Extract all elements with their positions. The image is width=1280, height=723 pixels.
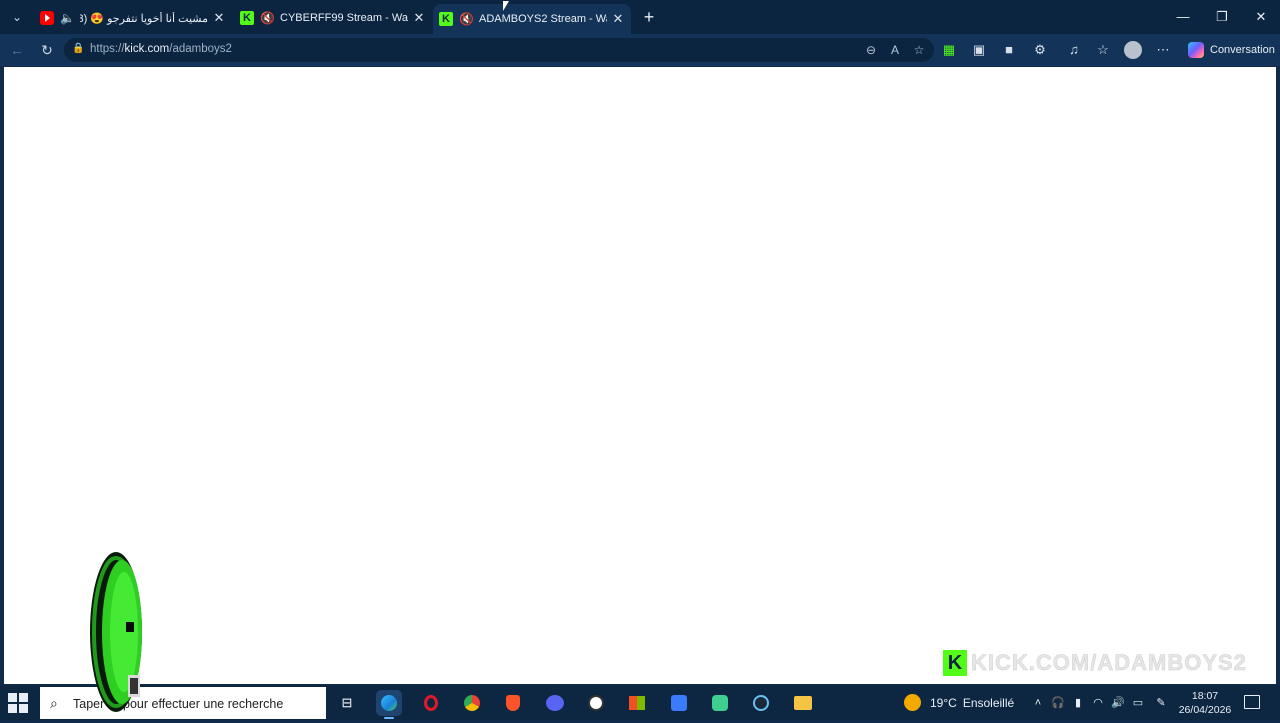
conversation-label: Conversation (1210, 44, 1275, 56)
windows-start-icon[interactable] (8, 693, 28, 713)
kick-logo: K (943, 650, 967, 676)
headset-icon[interactable]: 🎧 (1050, 695, 1066, 711)
url-text[interactable]: https://kick.com/adamboys2 (90, 43, 232, 55)
close-tab-icon[interactable]: ✕ (611, 11, 625, 27)
new-tab-button[interactable]: + (638, 6, 660, 28)
obs-icon[interactable] (583, 690, 609, 716)
steam-icon[interactable] (748, 690, 774, 716)
zoom-icon[interactable]: ⊖ (862, 41, 880, 59)
speaker-icon[interactable]: 🔈 (60, 11, 75, 25)
chevron-up-icon[interactable]: ˄ (1030, 695, 1046, 711)
weather-temperature: 19°C (930, 695, 957, 710)
discord-icon[interactable] (542, 690, 568, 716)
page-content: K KICK.COM/ADAMBOYS2 (4, 67, 1276, 684)
refresh-icon[interactable]: ↻ (36, 39, 58, 61)
volume-icon[interactable]: 🔊 (1110, 695, 1126, 711)
favorites-icon[interactable]: ☆ (1093, 40, 1113, 60)
task-view-icon[interactable]: ⊟ (334, 690, 360, 716)
windows-taskbar: ⌕ Taper ici pour effectuer une recherche… (0, 685, 1280, 720)
close-window-button[interactable]: ✕ (1246, 6, 1276, 28)
taskbar-search-input[interactable]: ⌕ Taper ici pour effectuer une recherche (40, 687, 326, 719)
conversation-button[interactable]: Conversation (1182, 39, 1280, 61)
media-control-icon[interactable]: ♫ (1064, 40, 1084, 60)
tab-strip: ⌄ 🔈 مشيت أنا أخويا نتفرجو 😍 (43) ✕ K 🔇 C… (0, 0, 1280, 34)
tab-title: ADAMBOYS2 Stream - Watch (479, 13, 607, 25)
opera-icon[interactable] (418, 690, 444, 716)
read-aloud-icon[interactable]: A (886, 41, 904, 59)
weather-widget[interactable]: 19°C Ensoleillé (904, 694, 1014, 711)
edge-browser-icon[interactable] (376, 690, 402, 719)
tab-youtube[interactable]: 🔈 مشيت أنا أخويا نتفرجو 😍 (43) ✕ (34, 4, 232, 32)
address-bar[interactable]: 🔒 https://kick.com/adamboys2 ⊖ A ☆ (64, 38, 934, 62)
battery-icon[interactable]: ▭ (1130, 695, 1146, 711)
watermark-text: KICK.COM/ADAMBOYS2 (971, 650, 1247, 676)
image-extension-icon[interactable]: ▣ (969, 40, 989, 60)
weather-description: Ensoleillé (962, 695, 1015, 710)
brave-icon[interactable] (500, 690, 526, 716)
browser-toolbar: ← ↻ 🔒 https://kick.com/adamboys2 ⊖ A ☆ ▦… (0, 34, 1280, 66)
system-clock[interactable]: 18:07 26/04/2026 (1176, 689, 1234, 717)
close-tab-icon[interactable]: ✕ (412, 10, 426, 26)
clock-time: 18:07 (1191, 690, 1219, 702)
microphone-icon[interactable]: ▮ (1070, 695, 1086, 711)
youtube-icon (40, 11, 54, 25)
microsoft-store-icon[interactable] (624, 690, 650, 716)
sun-icon (904, 694, 921, 711)
kick-icon: K (240, 11, 254, 25)
lock-icon: 🔒 (72, 43, 85, 54)
favorite-star-icon[interactable]: ☆ (910, 41, 928, 59)
search-icon: ⌕ (50, 695, 58, 711)
minimize-button[interactable]: — (1168, 6, 1198, 28)
copilot-icon (1188, 42, 1204, 58)
back-arrow-icon[interactable]: ← (6, 39, 28, 61)
file-explorer-icon[interactable] (790, 690, 816, 716)
kick-icon: K (439, 12, 453, 26)
profile-avatar[interactable] (1124, 41, 1142, 59)
clock-date: 26/04/2026 (1178, 704, 1232, 716)
mouse-cursor-icon (503, 1, 509, 11)
tab-adamboys2[interactable]: K 🔇 ADAMBOYS2 Stream - Watch ✕ (433, 4, 631, 34)
more-menu-icon[interactable]: ⋯ (1153, 40, 1173, 60)
tab-title: مشيت أنا أخويا نتفرجو 😍 (43) (80, 12, 208, 25)
tab-actions-menu-icon[interactable]: ⌄ (6, 6, 28, 28)
pen-icon[interactable]: ✎ (1153, 695, 1169, 711)
extensions-puzzle-icon[interactable]: ⚙ (1030, 40, 1050, 60)
roblox-icon[interactable] (666, 690, 692, 716)
game-launcher-icon[interactable] (707, 690, 733, 716)
extension-icon[interactable]: ▦ (939, 40, 959, 60)
maximize-button[interactable]: ❐ (1207, 6, 1237, 28)
muted-speaker-icon[interactable]: 🔇 (260, 11, 275, 25)
tab-title: CYBERFF99 Stream - Watch Li (280, 12, 408, 24)
notification-icon[interactable] (1244, 695, 1260, 709)
muted-speaker-icon[interactable]: 🔇 (459, 12, 474, 26)
tab-cyberff99[interactable]: K 🔇 CYBERFF99 Stream - Watch Li ✕ (234, 4, 432, 32)
wifi-icon[interactable]: ◠ (1090, 695, 1106, 711)
stream-watermark: K KICK.COM/ADAMBOYS2 (943, 647, 1247, 679)
chrome-icon[interactable] (459, 690, 485, 716)
close-tab-icon[interactable]: ✕ (212, 10, 226, 26)
spinning-coin-overlay (88, 550, 146, 718)
extension-icon[interactable]: ■ (999, 40, 1019, 60)
